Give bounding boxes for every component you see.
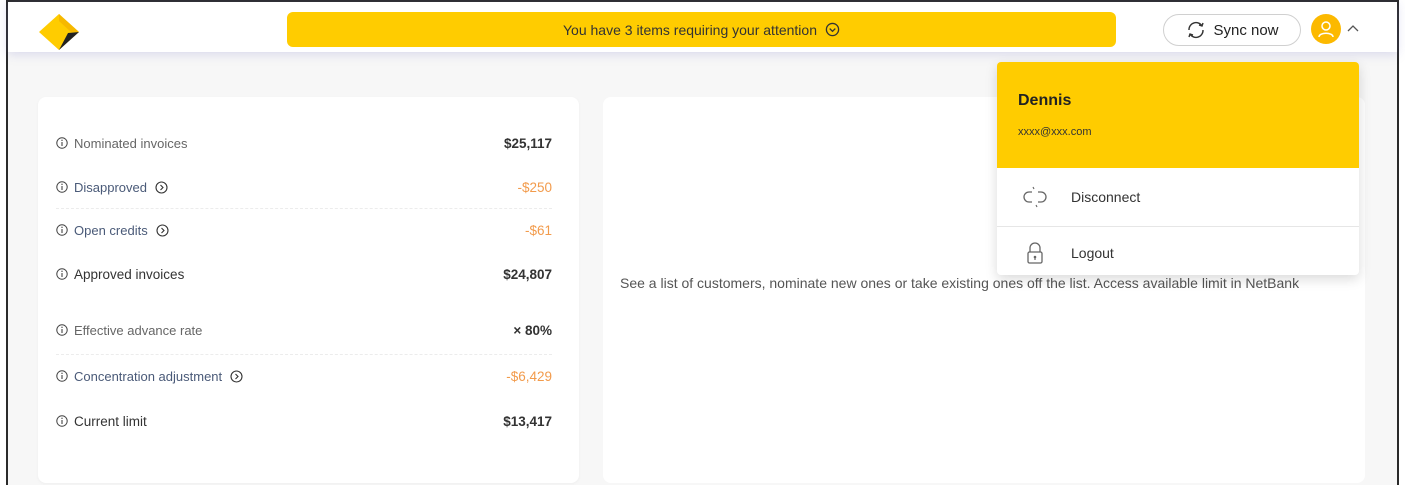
row-value: -$250: [517, 179, 552, 195]
customers-description: See a list of customers, nominate new on…: [620, 275, 1300, 291]
row-label: Open credits: [74, 222, 148, 238]
chevron-down-circle-icon: [825, 22, 840, 37]
chevron-right-circle-icon[interactable]: [230, 369, 243, 383]
chevron-right-circle-icon[interactable]: [155, 180, 168, 194]
user-email: xxxx@xxx.com: [1018, 126, 1092, 138]
user-avatar[interactable]: [1311, 14, 1341, 44]
top-bar: You have 3 items requiring your attentio…: [8, 2, 1397, 52]
menu-item-disconnect[interactable]: Disconnect: [997, 170, 1359, 223]
info-icon[interactable]: [56, 268, 68, 280]
limit-summary-card: Nominated invoices $25,117 Disapproved -…: [38, 97, 579, 483]
chevron-right-circle-icon[interactable]: [156, 223, 169, 237]
menu-item-label: Disconnect: [1071, 188, 1141, 205]
divider: [56, 208, 552, 209]
row-label: Disapproved: [74, 179, 147, 195]
row-nominated-invoices: Nominated invoices $25,117: [56, 132, 552, 154]
row-label: Current limit: [74, 413, 147, 429]
menu-item-label: Logout: [1071, 244, 1114, 261]
row-current-limit: Current limit $13,417: [56, 410, 552, 432]
info-icon[interactable]: [56, 370, 68, 382]
sync-now-button[interactable]: Sync now: [1163, 14, 1301, 46]
info-icon[interactable]: [56, 415, 68, 427]
sync-now-label: Sync now: [1213, 21, 1279, 39]
lock-icon: [1027, 241, 1043, 264]
row-value: × 80%: [513, 322, 552, 338]
attention-banner-text: You have 3 items requiring your attentio…: [563, 21, 817, 38]
row-value: -$6,429: [506, 368, 552, 384]
chevron-up-icon[interactable]: [1347, 23, 1359, 33]
row-disapproved[interactable]: Disapproved -$250: [56, 176, 552, 198]
app-window: You have 3 items requiring your attentio…: [6, 0, 1399, 485]
menu-item-logout[interactable]: Logout: [997, 226, 1359, 275]
disconnect-icon: [1023, 186, 1047, 207]
row-open-credits[interactable]: Open credits -$61: [56, 219, 552, 241]
divider: [56, 354, 552, 355]
user-info-header: Dennis xxxx@xxx.com: [997, 62, 1359, 168]
row-concentration-adjustment[interactable]: Concentration adjustment -$6,429: [56, 365, 552, 387]
info-icon[interactable]: [56, 224, 68, 236]
row-label: Effective advance rate: [74, 322, 203, 338]
row-value: $24,807: [503, 266, 552, 282]
info-icon[interactable]: [56, 181, 68, 193]
logo-icon[interactable]: [38, 13, 80, 51]
row-value: $13,417: [503, 413, 552, 429]
sync-icon: [1188, 21, 1205, 39]
row-label: Nominated invoices: [74, 135, 188, 151]
row-value: -$61: [524, 222, 552, 238]
info-icon[interactable]: [56, 324, 68, 336]
user-dropdown-menu: Dennis xxxx@xxx.com Disconnect Logout: [997, 62, 1359, 275]
user-icon: [1318, 21, 1334, 38]
row-label: Approved invoices: [74, 266, 185, 282]
attention-banner[interactable]: You have 3 items requiring your attentio…: [287, 12, 1116, 47]
row-label: Concentration adjustment: [74, 368, 223, 384]
user-name: Dennis: [1018, 92, 1072, 109]
row-approved-invoices: Approved invoices $24,807: [56, 263, 552, 285]
row-value: $25,117: [503, 135, 552, 151]
info-icon[interactable]: [56, 137, 68, 149]
row-effective-advance-rate: Effective advance rate × 80%: [56, 319, 552, 341]
